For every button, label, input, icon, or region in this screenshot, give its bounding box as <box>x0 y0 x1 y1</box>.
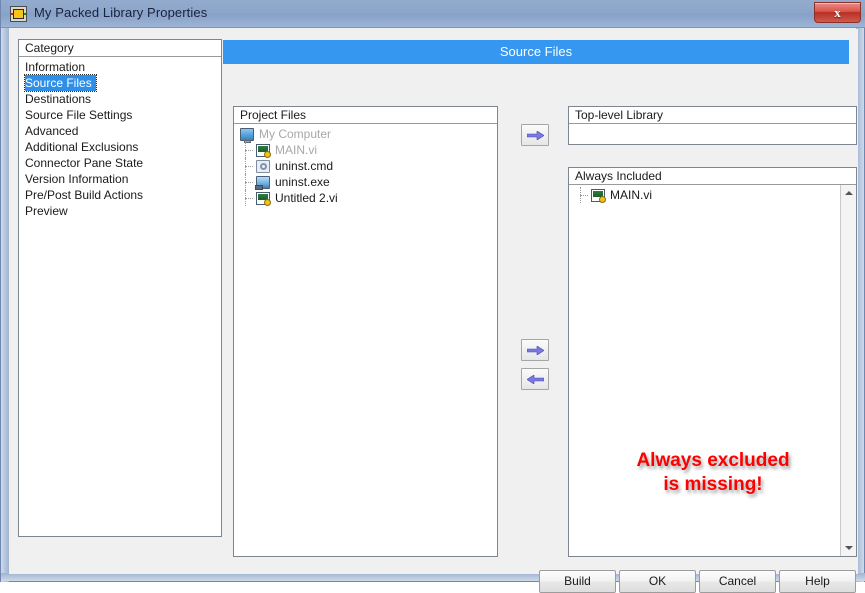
vi-icon <box>591 189 606 203</box>
window-border-left <box>1 28 9 582</box>
close-icon: x <box>834 5 841 20</box>
exe-icon <box>255 176 270 190</box>
arrow-left-icon <box>527 375 544 384</box>
always-included-list[interactable]: MAIN.vi <box>569 187 856 203</box>
tree-row-label: uninst.cmd <box>275 159 334 173</box>
category-list[interactable]: Information Source Files Destinations Sourc… <box>19 59 221 219</box>
scroll-up-icon[interactable] <box>841 185 856 201</box>
dialog-client-area: Category Information Source Files Destinat… <box>9 29 858 593</box>
category-item-9[interactable]: Preview <box>19 203 221 219</box>
dialog-window: My Packed Library Properties x Category … <box>0 0 865 593</box>
tree-row-label: MAIN.vi <box>275 143 317 157</box>
vi-icon <box>256 144 271 158</box>
arrow-right-icon <box>527 131 544 140</box>
project-files-panel[interactable]: Project Files My Computer MAIN.vi uninst.c… <box>233 106 498 557</box>
add-to-toplevel-button[interactable] <box>521 124 549 146</box>
tree-row[interactable]: uninst.cmd <box>234 158 497 174</box>
category-item-6[interactable]: Connector Pane State <box>19 155 221 171</box>
category-header: Category <box>19 40 221 57</box>
project-files-tree[interactable]: My Computer MAIN.vi uninst.cmd uninst.exe Un… <box>234 126 497 206</box>
annotation-line-1: Always excluded <box>636 450 790 471</box>
toplevel-library-panel[interactable]: Top-level Library <box>568 106 857 145</box>
scroll-down-icon[interactable] <box>841 540 856 556</box>
category-item-7[interactable]: Version Information <box>19 171 221 187</box>
category-item-5[interactable]: Additional Exclusions <box>19 139 221 155</box>
title-bar[interactable]: My Packed Library Properties x <box>1 0 865 28</box>
always-included-panel[interactable]: Always Included MAIN.vi <box>568 167 857 557</box>
tree-guide-line <box>580 195 588 197</box>
tree-row[interactable]: MAIN.vi <box>234 142 497 158</box>
category-item-2[interactable]: Destinations <box>19 91 221 107</box>
add-to-always-included-button[interactable] <box>521 339 549 361</box>
tree-row-label: uninst.exe <box>275 175 330 189</box>
close-button[interactable]: x <box>814 2 861 23</box>
section-banner: Source Files <box>223 40 849 64</box>
tree-row[interactable]: uninst.exe <box>234 174 497 190</box>
cmd-icon <box>256 160 270 173</box>
monitor-icon <box>240 128 254 143</box>
window-title: My Packed Library Properties <box>34 5 208 20</box>
tree-row[interactable]: Untitled 2.vi <box>234 190 497 206</box>
always-included-header: Always Included <box>569 168 856 185</box>
tree-row-label: MAIN.vi <box>610 188 652 202</box>
project-files-header: Project Files <box>234 107 497 124</box>
remove-from-always-included-button[interactable] <box>521 368 549 390</box>
tree-row[interactable]: My Computer <box>234 126 497 143</box>
vi-icon <box>256 192 271 206</box>
category-item-4[interactable]: Advanced <box>19 123 221 139</box>
category-panel: Category Information Source Files Destinat… <box>18 39 222 537</box>
category-item-0[interactable]: Information <box>19 59 221 75</box>
category-item-1[interactable]: Source Files <box>24 74 97 92</box>
category-item-3[interactable]: Source File Settings <box>19 107 221 123</box>
tree-row-label: Untitled 2.vi <box>275 191 338 205</box>
category-item-8[interactable]: Pre/Post Build Actions <box>19 187 221 203</box>
tree-guide-line <box>245 198 253 200</box>
toplevel-library-header: Top-level Library <box>569 107 856 124</box>
always-included-scrollbar[interactable] <box>840 185 856 556</box>
tree-guide-line <box>245 150 253 152</box>
tree-guide-line <box>245 166 253 168</box>
labview-vi-icon <box>10 6 27 22</box>
annotation-text: Always excluded is missing! <box>605 449 821 497</box>
arrow-right-icon <box>527 346 544 355</box>
tree-guide-line <box>245 182 253 184</box>
tree-row[interactable]: MAIN.vi <box>569 187 856 203</box>
annotation-line-2: is missing! <box>663 474 763 495</box>
tree-row-label: My Computer <box>259 127 332 141</box>
